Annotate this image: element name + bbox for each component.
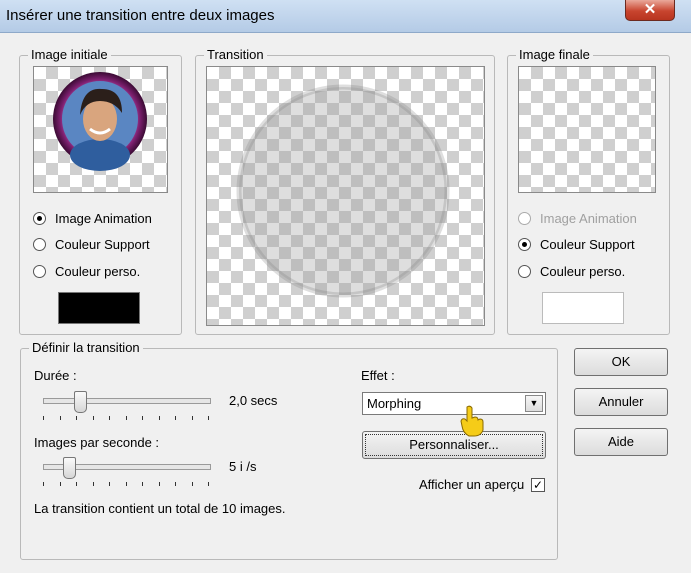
duration-slider[interactable] bbox=[43, 391, 211, 427]
frame-count-summary: La transition contient un total de 10 im… bbox=[34, 501, 286, 516]
slider-tick bbox=[76, 482, 77, 486]
initial-radio-animation[interactable]: Image Animation bbox=[33, 211, 152, 226]
fps-label: Images par seconde : bbox=[34, 435, 160, 450]
customize-button[interactable]: Personnaliser... bbox=[362, 431, 546, 459]
slider-tick bbox=[60, 482, 61, 486]
avatar-shirt bbox=[70, 139, 130, 171]
preview-label: Afficher un aperçu bbox=[419, 477, 525, 492]
slider-tick bbox=[192, 482, 193, 486]
slider-tick bbox=[76, 416, 77, 420]
title-bar: Insérer une transition entre deux images… bbox=[0, 0, 691, 33]
close-icon: ✕ bbox=[643, 1, 657, 18]
initial-radio-support-dot[interactable] bbox=[33, 238, 46, 251]
transition-overlay bbox=[236, 84, 450, 298]
avatar-thumbnail bbox=[53, 72, 147, 171]
hand-cursor-icon bbox=[460, 405, 484, 437]
final-radio-support-dot[interactable] bbox=[518, 238, 531, 251]
fps-value: 5 i /s bbox=[229, 459, 257, 474]
duration-label: Durée : bbox=[34, 368, 77, 383]
slider-tick bbox=[175, 416, 176, 420]
final-image-group: Image finale Image Animation Couleur Sup… bbox=[507, 47, 670, 335]
slider-tick bbox=[142, 416, 143, 420]
preview-checkbox[interactable]: ✓ bbox=[531, 478, 545, 492]
slider-tick bbox=[175, 482, 176, 486]
effect-select[interactable]: Morphing ▼ bbox=[362, 392, 546, 415]
chevron-down-icon[interactable]: ▼ bbox=[525, 395, 543, 412]
slider-tick bbox=[60, 416, 61, 420]
slider-tick bbox=[93, 482, 94, 486]
final-radio-support[interactable]: Couleur Support bbox=[518, 237, 635, 252]
slider-tick bbox=[159, 482, 160, 486]
fps-slider-thumb[interactable] bbox=[63, 457, 76, 479]
transition-group: Transition bbox=[195, 47, 495, 335]
slider-tick bbox=[43, 416, 44, 420]
effect-select-value: Morphing bbox=[367, 396, 422, 411]
slider-tick bbox=[208, 482, 209, 486]
define-transition-label: Définir la transition bbox=[29, 340, 143, 355]
final-color-swatch[interactable] bbox=[542, 292, 624, 324]
initial-color-swatch[interactable] bbox=[58, 292, 140, 324]
initial-radio-custom-dot[interactable] bbox=[33, 265, 46, 278]
slider-tick bbox=[126, 416, 127, 420]
checkmark-icon: ✓ bbox=[532, 478, 544, 492]
dialog-body: Image initiale Image Animation Couleur S… bbox=[0, 33, 691, 573]
final-radio-custom-dot[interactable] bbox=[518, 265, 531, 278]
transition-preview bbox=[206, 66, 485, 326]
cancel-button[interactable]: Annuler bbox=[574, 388, 668, 416]
define-transition-group: Définir la transition Durée : 2,0 secs I… bbox=[20, 340, 558, 560]
slider-tick bbox=[192, 416, 193, 420]
transition-label: Transition bbox=[204, 47, 267, 62]
slider-tick bbox=[208, 416, 209, 420]
faded-avatar-circle bbox=[236, 84, 450, 298]
slider-tick bbox=[93, 416, 94, 420]
initial-radio-support[interactable]: Couleur Support bbox=[33, 237, 150, 252]
duration-value: 2,0 secs bbox=[229, 393, 278, 408]
final-image-preview bbox=[518, 66, 656, 193]
final-radio-custom[interactable]: Couleur perso. bbox=[518, 264, 625, 279]
slider-tick bbox=[126, 482, 127, 486]
initial-image-label: Image initiale bbox=[28, 47, 111, 62]
slider-tick bbox=[43, 482, 44, 486]
help-button[interactable]: Aide bbox=[574, 428, 668, 456]
duration-slider-thumb[interactable] bbox=[74, 391, 87, 413]
slider-tick bbox=[109, 416, 110, 420]
initial-image-group: Image initiale Image Animation Couleur S… bbox=[19, 47, 182, 335]
fps-slider[interactable] bbox=[43, 457, 211, 493]
final-radio-animation-dot bbox=[518, 212, 531, 225]
final-radio-animation: Image Animation bbox=[518, 211, 637, 226]
close-button[interactable]: ✕ bbox=[625, 0, 675, 21]
window-title: Insérer une transition entre deux images bbox=[6, 7, 275, 24]
final-image-label: Image finale bbox=[516, 47, 593, 62]
ok-button[interactable]: OK bbox=[574, 348, 668, 376]
initial-radio-animation-dot[interactable] bbox=[33, 212, 46, 225]
slider-tick bbox=[109, 482, 110, 486]
initial-radio-custom[interactable]: Couleur perso. bbox=[33, 264, 140, 279]
initial-image-preview bbox=[33, 66, 168, 193]
slider-tick bbox=[142, 482, 143, 486]
slider-tick bbox=[159, 416, 160, 420]
effect-label: Effet : bbox=[361, 368, 395, 383]
duration-slider-track bbox=[43, 398, 211, 404]
